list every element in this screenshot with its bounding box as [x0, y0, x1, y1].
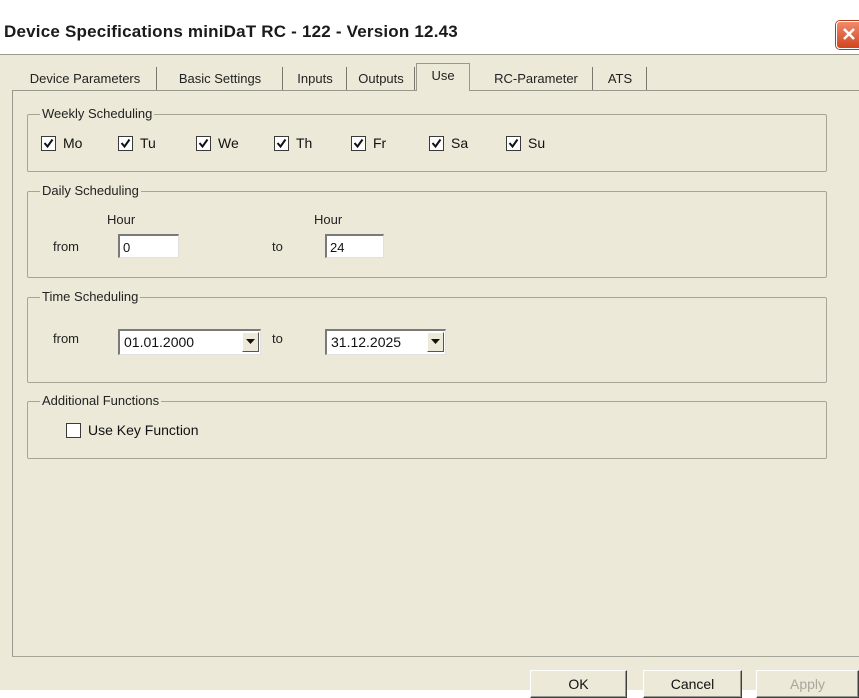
daily-to-hour-input[interactable]: 24: [325, 234, 384, 258]
dropdown-button[interactable]: [242, 332, 259, 352]
ok-button[interactable]: OK: [530, 670, 627, 698]
time-from-date-value: 01.01.2000: [124, 334, 195, 350]
tab-strip: Device Parameters Basic Settings Inputs …: [14, 63, 814, 91]
weekly-scheduling-group: Weekly Scheduling Mo Tu We Th Fr Sa Su: [27, 106, 827, 172]
checkmark-icon: [198, 138, 209, 149]
checkmark-icon: [43, 138, 54, 149]
day-label: We: [218, 135, 239, 151]
chevron-down-icon: [246, 339, 255, 344]
tab-rc-parameter[interactable]: RC-Parameter: [480, 67, 593, 90]
day-label: Mo: [63, 135, 83, 151]
time-scheduling-group: Time Scheduling from 01.01.2000 to 31.12…: [27, 289, 827, 383]
checkbox-box[interactable]: [274, 136, 289, 151]
tab-basic-settings[interactable]: Basic Settings: [158, 67, 283, 90]
window-title: Device Specifications miniDaT RC - 122 -…: [4, 22, 458, 41]
checkmark-icon: [431, 138, 442, 149]
time-from-date-select[interactable]: 01.01.2000: [118, 329, 261, 355]
additional-functions-legend: Additional Functions: [40, 393, 162, 408]
close-button[interactable]: [836, 21, 859, 49]
checkbox-box[interactable]: [66, 423, 81, 438]
chevron-down-icon: [431, 339, 440, 344]
checkmark-icon: [508, 138, 519, 149]
daily-scheduling-legend: Daily Scheduling: [40, 183, 141, 198]
checkbox-box[interactable]: [41, 136, 56, 151]
day-label: Th: [296, 135, 313, 151]
daily-from-label: from: [53, 239, 79, 254]
additional-functions-group: Additional Functions Use Key Function: [27, 393, 827, 459]
checkmark-icon: [120, 138, 131, 149]
day-label: Tu: [140, 135, 156, 151]
tab-ats[interactable]: ATS: [594, 67, 647, 90]
daily-to-label: to: [272, 239, 283, 254]
close-icon: [843, 28, 855, 40]
time-to-date-select[interactable]: 31.12.2025: [325, 329, 446, 355]
day-label: Su: [528, 135, 546, 151]
cancel-button[interactable]: Cancel: [643, 670, 742, 698]
tab-outputs[interactable]: Outputs: [348, 67, 415, 90]
checkmark-icon: [276, 138, 287, 149]
checkbox-box[interactable]: [429, 136, 444, 151]
tab-inputs[interactable]: Inputs: [284, 67, 347, 90]
hour-label-to: Hour: [314, 212, 343, 227]
day-label: Fr: [373, 135, 387, 151]
time-to-label: to: [272, 331, 283, 346]
time-to-date-value: 31.12.2025: [331, 334, 402, 350]
time-scheduling-legend: Time Scheduling: [40, 289, 141, 304]
hour-label-from: Hour: [107, 212, 136, 227]
daily-from-hour-input[interactable]: 0: [118, 234, 179, 258]
tab-device-parameters[interactable]: Device Parameters: [14, 67, 157, 90]
dialog-window: Device Specifications miniDaT RC - 122 -…: [0, 14, 859, 698]
dropdown-button[interactable]: [427, 332, 444, 352]
use-key-function-label: Use Key Function: [88, 422, 199, 438]
tab-use[interactable]: Use: [416, 63, 470, 91]
checkbox-box[interactable]: [506, 136, 521, 151]
button-bar-divider: [12, 656, 859, 657]
weekly-scheduling-legend: Weekly Scheduling: [40, 106, 155, 121]
time-from-label: from: [53, 331, 79, 346]
title-bar: Device Specifications miniDaT RC - 122 -…: [0, 14, 859, 55]
daily-scheduling-group: Daily Scheduling Hour Hour from 0 to 24: [27, 183, 827, 278]
checkbox-box[interactable]: [196, 136, 211, 151]
checkbox-box[interactable]: [351, 136, 366, 151]
checkmark-icon: [353, 138, 364, 149]
apply-button[interactable]: Apply: [756, 670, 859, 698]
day-label: Sa: [451, 135, 469, 151]
checkbox-box[interactable]: [118, 136, 133, 151]
